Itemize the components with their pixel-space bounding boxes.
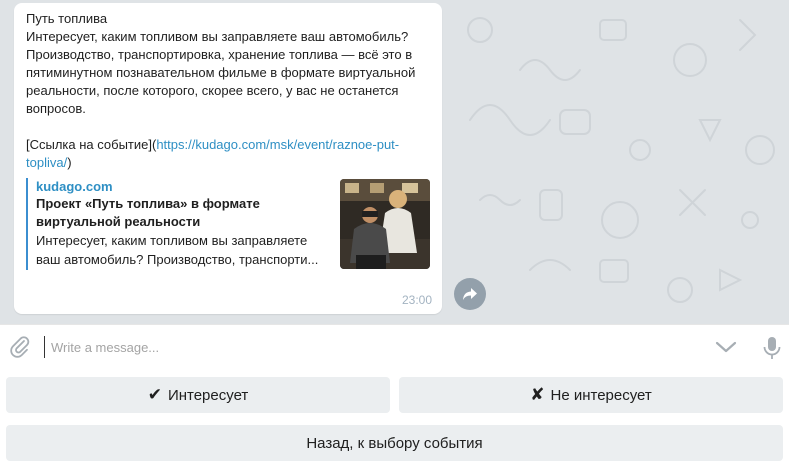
back-label: Назад, к выбору события (306, 434, 483, 452)
not-interested-button[interactable]: ✘ Не интересует (399, 377, 783, 413)
message-composer (0, 324, 789, 368)
check-icon: ✔ (147, 385, 162, 404)
chat-area: Путь топлива Интересует, каким топливом … (0, 0, 789, 324)
interested-label: Интересует (167, 386, 249, 404)
link-preview[interactable]: kudago.com Проект «Путь топлива» в форма… (26, 178, 430, 270)
forward-button[interactable] (454, 278, 486, 310)
preview-title: Проект «Путь топлива» в формате виртуаль… (36, 196, 260, 229)
interested-button[interactable]: ✔ Интересует (6, 377, 390, 413)
not-interested-label: Не интересует (550, 386, 652, 404)
message-bubble: Путь топлива Интересует, каким топливом … (14, 3, 442, 314)
preview-description: Интересует, каким топливом вы заправляет… (36, 233, 319, 267)
bot-keyboard: ✔ Интересует ✘ Не интересует Назад, к вы… (0, 368, 789, 463)
paperclip-icon[interactable] (8, 335, 32, 359)
microphone-icon[interactable] (760, 335, 784, 361)
message-title: Путь топлива (26, 11, 108, 26)
cross-icon: ✘ (530, 385, 545, 404)
preview-thumbnail (340, 179, 430, 269)
link-prefix: [Ссылка на событие]( (26, 137, 157, 152)
chevron-down-icon[interactable] (714, 337, 738, 357)
event-link-line: [Ссылка на событие](https://kudago.com/m… (26, 136, 430, 172)
back-to-events-button[interactable]: Назад, к выбору события (6, 425, 783, 461)
message-input[interactable] (44, 336, 684, 358)
message-time: 23:00 (401, 293, 432, 307)
message-body: Интересует, каким топливом вы заправляет… (26, 29, 419, 116)
link-suffix: ) (67, 155, 72, 170)
share-arrow-icon (463, 288, 477, 300)
